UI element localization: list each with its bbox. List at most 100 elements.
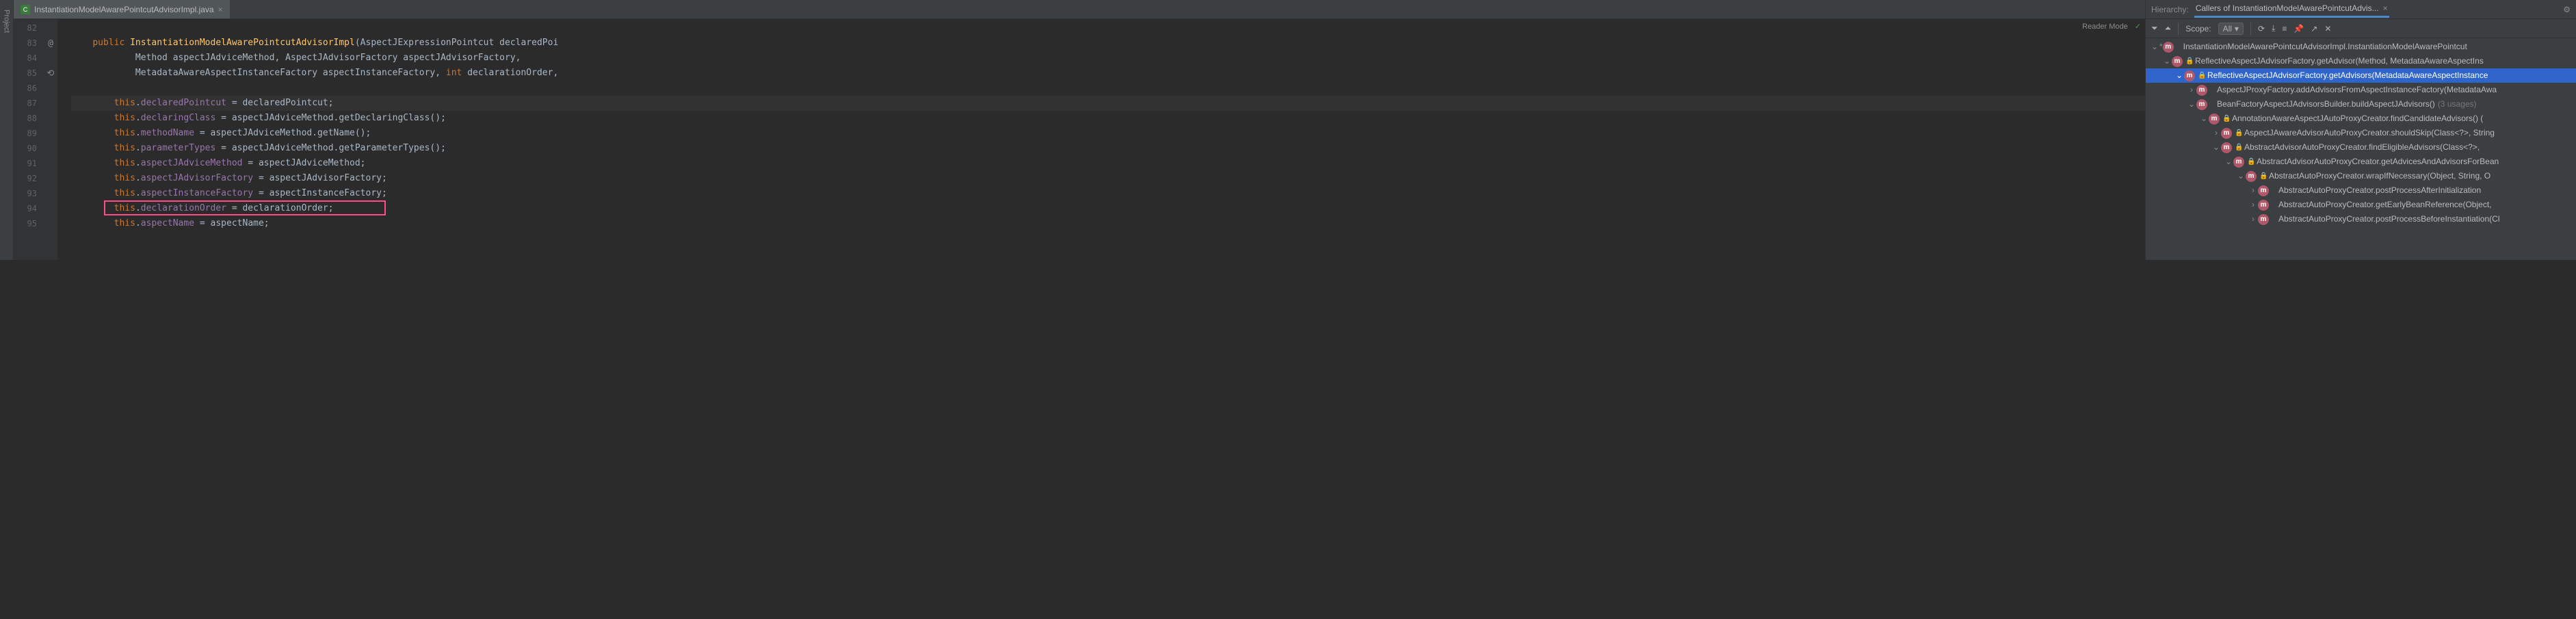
code-line[interactable]: this.declarationOrder = declarationOrder… (71, 201, 2145, 216)
tree-item-label: InstantiationModelAwarePointcutAdvisorIm… (2183, 40, 2467, 54)
close-icon[interactable]: × (218, 5, 223, 14)
usages-count: (3 usages) (2438, 97, 2477, 111)
method-icon: m (2258, 185, 2269, 196)
code-area[interactable]: public InstantiationModelAwarePointcutAd… (57, 19, 2145, 260)
chevron-down-icon[interactable]: ⌄ (2224, 155, 2233, 169)
hierarchy-tree[interactable]: ⌄* mInstantiationModelAwarePointcutAdvis… (2146, 38, 2576, 260)
line-number[interactable]: 89 (14, 126, 37, 141)
chevron-down-icon: ▾ (2235, 24, 2239, 34)
line-number[interactable]: 84 (14, 51, 37, 66)
chevron-right-icon[interactable]: › (2211, 126, 2221, 140)
tree-item-label: AbstractAutoProxyCreator.wrapIfNecessary… (2269, 169, 2490, 183)
override-icon[interactable]: @ (44, 36, 57, 51)
code-line[interactable] (71, 81, 2145, 96)
method-icon: m (2209, 114, 2220, 124)
tree-row[interactable]: ⌄m🔒AnnotationAwareAspectJAutoProxyCreato… (2146, 111, 2576, 126)
tree-row[interactable]: ›m🔒AspectJAwareAdvisorAutoProxyCreator.s… (2146, 126, 2576, 140)
method-icon: m (2258, 200, 2269, 211)
recursive-icon[interactable]: ⟲ (44, 66, 57, 81)
code-line[interactable]: this.aspectJAdviceMethod = aspectJAdvice… (71, 156, 2145, 171)
line-number[interactable]: 95 (14, 216, 37, 231)
tree-row[interactable]: ›mAspectJProxyFactory.addAdvisorsFromAsp… (2146, 83, 2576, 97)
gutter-icons[interactable]: @⟲ (44, 19, 57, 260)
line-number[interactable]: 92 (14, 171, 37, 186)
chevron-down-icon[interactable]: ⌄ (2162, 54, 2172, 68)
class-hierarchy-icon[interactable]: ⏷ (2151, 23, 2158, 34)
chevron-right-icon[interactable]: › (2248, 183, 2258, 198)
line-number[interactable]: 86 (14, 81, 37, 96)
editor-body: 8283848586878889909192939495 @⟲ public I… (14, 19, 2145, 260)
subtypes-icon[interactable]: ⏶ (2165, 23, 2172, 34)
gutter-blank (44, 156, 57, 171)
line-number[interactable]: 88 (14, 111, 37, 126)
tab-filename: InstantiationModelAwarePointcutAdvisorIm… (34, 5, 214, 14)
code-line[interactable]: this.declaringClass = aspectJAdviceMetho… (71, 111, 2145, 126)
lock-icon: 🔒 (2235, 126, 2242, 140)
autoscroll-icon[interactable]: ⤓ (2272, 23, 2275, 34)
line-number[interactable]: 94 (14, 201, 37, 216)
tree-row[interactable]: ⌄m🔒AbstractAdvisorAutoProxyCreator.getAd… (2146, 155, 2576, 169)
scope-dropdown[interactable]: All ▾ (2218, 23, 2244, 35)
line-number[interactable]: 93 (14, 186, 37, 201)
code-line[interactable]: this.aspectInstanceFactory = aspectInsta… (71, 186, 2145, 201)
gutter-blank (44, 126, 57, 141)
gutter-blank (44, 216, 57, 231)
rail-project-label[interactable]: Project (3, 10, 11, 33)
hierarchy-tab-label: Callers of InstantiationModelAwarePointc… (2196, 3, 2379, 13)
close-icon[interactable]: × (2383, 3, 2388, 13)
chevron-down-icon[interactable]: ⌄ (2211, 140, 2221, 155)
code-line[interactable]: this.declaredPointcut = declaredPointcut… (71, 96, 2145, 111)
chevron-right-icon[interactable]: › (2248, 212, 2258, 226)
chevron-down-icon[interactable]: ⌄ (2199, 111, 2209, 126)
gutter-blank (44, 96, 57, 111)
chevron-right-icon[interactable]: › (2187, 83, 2196, 97)
editor-pane: C InstantiationModelAwarePointcutAdvisor… (14, 0, 2145, 260)
method-icon: m (2233, 157, 2244, 168)
line-number-gutter[interactable]: 8283848586878889909192939495 (14, 19, 44, 260)
code-line[interactable]: this.aspectJAdvisorFactory = aspectJAdvi… (71, 171, 2145, 186)
hierarchy-toolbar: ⏷ ⏶ Scope: All ▾ ⟳ ⤓ ≡ 📌 ↗ ✕ (2146, 19, 2576, 38)
code-line[interactable]: this.aspectName = aspectName; (71, 216, 2145, 231)
method-icon: m (2258, 214, 2269, 225)
line-number[interactable]: 83 (14, 36, 37, 51)
expand-all-icon[interactable]: ≡ (2282, 24, 2287, 34)
code-line[interactable]: this.methodName = aspectJAdviceMethod.ge… (71, 126, 2145, 141)
editor-tabs: C InstantiationModelAwarePointcutAdvisor… (14, 0, 2145, 19)
line-number[interactable]: 85 (14, 66, 37, 81)
tree-row[interactable]: ›mAbstractAutoProxyCreator.postProcessBe… (2146, 212, 2576, 226)
line-number[interactable]: 90 (14, 141, 37, 156)
refresh-icon[interactable]: ⟳ (2258, 24, 2265, 34)
chevron-down-icon[interactable]: ⌄ (2150, 40, 2159, 54)
pin-icon[interactable]: 📌 (2294, 24, 2304, 34)
left-tool-rail[interactable]: Project (0, 0, 14, 260)
line-number[interactable]: 91 (14, 156, 37, 171)
tree-row[interactable]: ⌄m🔒ReflectiveAspectJAdvisorFactory.getAd… (2146, 68, 2576, 83)
chevron-down-icon[interactable]: ⌄ (2236, 169, 2246, 183)
line-number[interactable]: 82 (14, 21, 37, 36)
tree-item-label: ReflectiveAspectJAdvisorFactory.getAdvis… (2207, 68, 2488, 83)
tree-row[interactable]: ⌄* mInstantiationModelAwarePointcutAdvis… (2146, 40, 2576, 54)
hierarchy-tab[interactable]: Callers of InstantiationModelAwarePointc… (2194, 1, 2389, 18)
export-icon[interactable]: ↗ (2311, 24, 2317, 34)
gutter-blank (44, 51, 57, 66)
chevron-right-icon[interactable]: › (2248, 198, 2258, 212)
chevron-down-icon[interactable]: ⌄ (2174, 68, 2184, 83)
code-line[interactable] (71, 21, 2145, 36)
gutter-blank (44, 201, 57, 216)
gear-icon[interactable]: ⚙ (2563, 5, 2571, 14)
lock-icon: 🔒 (2222, 111, 2229, 126)
tree-row[interactable]: ›mAbstractAutoProxyCreator.getEarlyBeanR… (2146, 198, 2576, 212)
close-icon[interactable]: ✕ (2324, 24, 2331, 34)
line-number[interactable]: 87 (14, 96, 37, 111)
code-line[interactable]: Method aspectJAdviceMethod, AspectJAdvis… (71, 51, 2145, 66)
tree-row[interactable]: ›mAbstractAutoProxyCreator.postProcessAf… (2146, 183, 2576, 198)
code-line[interactable]: public InstantiationModelAwarePointcutAd… (71, 36, 2145, 51)
code-line[interactable]: this.parameterTypes = aspectJAdviceMetho… (71, 141, 2145, 156)
code-line[interactable]: MetadataAwareAspectInstanceFactory aspec… (71, 66, 2145, 81)
file-tab[interactable]: C InstantiationModelAwarePointcutAdvisor… (14, 0, 230, 18)
tree-row[interactable]: ⌄m🔒ReflectiveAspectJAdvisorFactory.getAd… (2146, 54, 2576, 68)
tree-row[interactable]: ⌄m🔒AbstractAdvisorAutoProxyCreator.findE… (2146, 140, 2576, 155)
tree-row[interactable]: ⌄mBeanFactoryAspectJAdvisorsBuilder.buil… (2146, 97, 2576, 111)
tree-row[interactable]: ⌄m🔒AbstractAutoProxyCreator.wrapIfNecess… (2146, 169, 2576, 183)
chevron-down-icon[interactable]: ⌄ (2187, 97, 2196, 111)
